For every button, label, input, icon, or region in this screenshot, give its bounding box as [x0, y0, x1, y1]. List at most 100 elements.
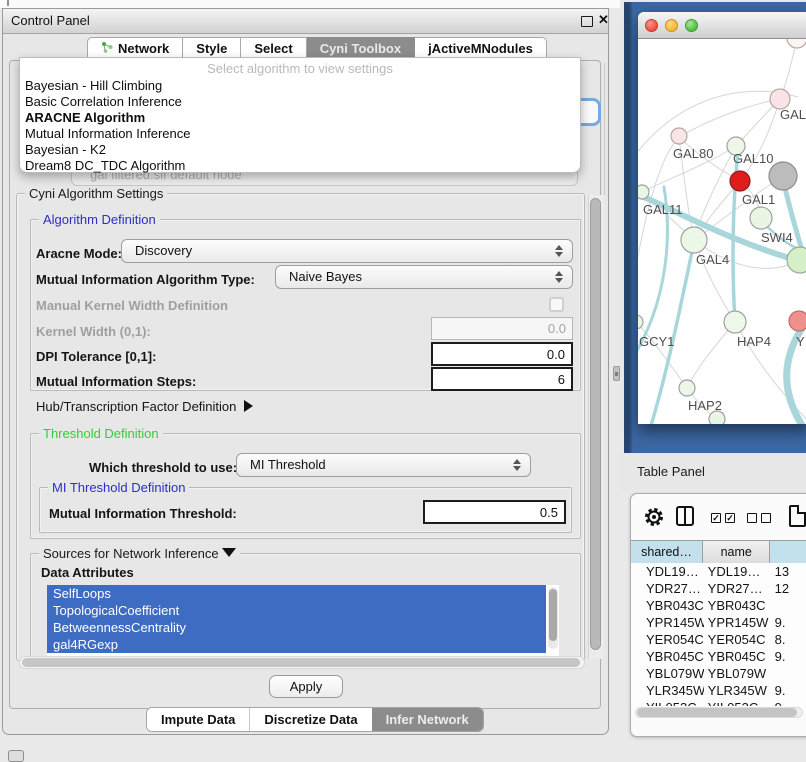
- table-cell: YER054C: [704, 631, 771, 648]
- algorithm-option-bayesian-hill-climbing[interactable]: Bayesian - Hill Climbing: [20, 78, 580, 94]
- gear-icon[interactable]: [643, 506, 665, 533]
- table-row[interactable]: YLR345WYLR345W9.: [631, 682, 806, 699]
- algorithm-option-dream8-dc-tdc-algorithm[interactable]: Dream8 DC_TDC Algorithm: [20, 158, 580, 174]
- checked-checkbox-icon[interactable]: ✓: [725, 513, 735, 523]
- table-panel-title: Table Panel: [637, 464, 705, 479]
- kernel-width-field[interactable]: 0.0: [431, 317, 573, 340]
- table-row[interactable]: YPR145WYPR145W9.: [631, 614, 806, 631]
- network-node-gal1[interactable]: [750, 207, 772, 229]
- mi-threshold-group-title: MI Threshold Definition: [48, 480, 189, 495]
- data-attribute-item[interactable]: TopologicalCoefficient: [47, 602, 546, 619]
- table-cell: YBR043C: [704, 597, 771, 614]
- algorithm-dropdown-prompt: Select algorithm to view settings: [20, 58, 580, 78]
- network-node-label: Y: [796, 334, 805, 349]
- table-row[interactable]: YER054CYER054C8.: [631, 631, 806, 648]
- network-canvas[interactable]: GALGAL80GAL10GAL11GAL1SWI4GAL4GCY1HAP4YH…: [638, 39, 806, 424]
- table-cell: YPR145W: [704, 614, 771, 631]
- table-row[interactable]: YBR045CYBR045C9.: [631, 648, 806, 665]
- table-row[interactable]: YDL19…YDL19…13: [631, 563, 806, 580]
- network-node-gal80[interactable]: [671, 128, 687, 144]
- table-panel-header: Table Panel: [620, 453, 806, 490]
- sources-group-title[interactable]: Sources for Network Inference: [39, 546, 240, 561]
- table-cell: YIL053C: [704, 699, 771, 706]
- mi-threshold-field[interactable]: 0.5: [423, 500, 566, 524]
- network-node-gal11[interactable]: [638, 185, 649, 199]
- algorithm-option-mutual-information-inference[interactable]: Mutual Information Inference: [20, 126, 580, 142]
- table-row[interactable]: YBR043CYBR043C: [631, 597, 806, 614]
- table-cell: YLR345W: [704, 682, 771, 699]
- which-threshold-combo[interactable]: MI Threshold: [236, 453, 531, 477]
- tab-infer-network[interactable]: Infer Network: [372, 708, 483, 731]
- partial-icon[interactable]: [8, 750, 24, 762]
- network-node-label: GAL: [780, 107, 806, 122]
- network-node-gal4[interactable]: [681, 227, 707, 253]
- algorithm-option-basic-correlation-inference[interactable]: Basic Correlation Inference: [20, 94, 580, 110]
- float-window-icon[interactable]: [581, 16, 593, 27]
- mac-zoom-button[interactable]: [685, 19, 698, 32]
- combo-arrows-icon: [555, 271, 563, 283]
- apply-button[interactable]: Apply: [269, 675, 343, 698]
- network-node-swi4[interactable]: [787, 247, 806, 273]
- data-attributes-list[interactable]: SelfLoopsTopologicalCoefficientBetweenne…: [47, 585, 559, 656]
- table-cell: YBL079W: [631, 665, 704, 682]
- network-node[interactable]: [730, 171, 750, 191]
- document-icon[interactable]: [789, 505, 806, 527]
- network-node-label: GAL11: [643, 202, 683, 217]
- column-header-name[interactable]: name: [703, 541, 770, 563]
- network-node-gal[interactable]: [770, 89, 790, 109]
- table-rows: YDL19…YDL19…13YDR27…YDR27…12YBR043CYBR04…: [631, 563, 806, 706]
- network-node-label: GAL4: [696, 252, 729, 267]
- algorithm-option-aracne-algorithm[interactable]: ARACNE Algorithm: [20, 110, 580, 126]
- which-threshold-label: Which threshold to use:: [89, 460, 237, 475]
- table-horizontal-scroll-thumb[interactable]: [637, 708, 797, 717]
- dpi-tolerance-label: DPI Tolerance [0,1]:: [36, 349, 156, 364]
- dpi-tolerance-field[interactable]: 0.0: [431, 342, 573, 366]
- mac-minimize-button[interactable]: [665, 19, 678, 32]
- unchecked-checkbox-icon[interactable]: [761, 513, 771, 523]
- network-window-titlebar: [638, 12, 806, 39]
- mi-steps-field[interactable]: 6: [431, 367, 573, 391]
- settings-horizontal-scroll-thumb[interactable]: [22, 658, 580, 667]
- network-node[interactable]: [769, 162, 797, 190]
- splitter-handle[interactable]: [613, 366, 620, 381]
- unchecked-checkbox-icon[interactable]: [747, 513, 757, 523]
- attribute-list-scroll-thumb[interactable]: [549, 589, 557, 641]
- manual-kernel-label: Manual Kernel Width Definition: [36, 298, 228, 313]
- aracne-mode-combo[interactable]: Discovery: [121, 239, 573, 263]
- data-attribute-item[interactable]: BetweennessCentrality: [47, 619, 546, 636]
- table-row[interactable]: YIL053CYIL053C9: [631, 699, 806, 706]
- table-cell: YIL053C: [631, 699, 704, 706]
- network-node[interactable]: [787, 39, 806, 48]
- table-row[interactable]: YDR27…YDR27…12: [631, 580, 806, 597]
- settings-vertical-scroll-thumb[interactable]: [590, 198, 601, 650]
- data-attribute-item[interactable]: gal4RGexp: [47, 636, 546, 653]
- network-node-gcy1[interactable]: [638, 315, 643, 329]
- table-cell: 9.: [771, 682, 806, 699]
- bottom-tabs: Impute DataDiscretize DataInfer Network: [146, 707, 484, 732]
- tab-discretize-data[interactable]: Discretize Data: [249, 708, 371, 731]
- table-header-row: shared…name: [631, 540, 806, 563]
- table-row[interactable]: YBL079WYBL079W: [631, 665, 806, 682]
- checked-checkbox-icon[interactable]: ✓: [711, 513, 721, 523]
- manual-kernel-checkbox[interactable]: [549, 297, 564, 312]
- mac-close-button[interactable]: [645, 19, 658, 32]
- network-node-hap4[interactable]: [724, 311, 746, 333]
- combo-arrows-icon: [513, 459, 521, 471]
- table-cell: YDR27…: [704, 580, 771, 597]
- hub-definition-toggle[interactable]: Hub/Transcription Factor Definition: [36, 399, 253, 414]
- network-node-hap2[interactable]: [679, 380, 695, 396]
- column-header-shared-[interactable]: shared…: [631, 541, 703, 563]
- algorithm-option-bayesian-k2[interactable]: Bayesian - K2: [20, 142, 580, 158]
- tab-impute-data[interactable]: Impute Data: [147, 708, 249, 731]
- network-window: GALGAL80GAL10GAL11GAL1SWI4GAL4GCY1HAP4YH…: [638, 12, 806, 424]
- mi-threshold-label: Mutual Information Threshold:: [49, 506, 237, 521]
- data-attribute-item[interactable]: SelfLoops: [47, 585, 546, 602]
- column-header-2[interactable]: [770, 541, 806, 563]
- network-node-y[interactable]: [789, 311, 806, 331]
- which-threshold-value: MI Threshold: [250, 457, 326, 472]
- columns-icon[interactable]: [676, 506, 694, 526]
- close-icon[interactable]: ✕: [598, 12, 609, 28]
- table-cell: 9.: [771, 648, 806, 665]
- table-cell: YBR045C: [704, 648, 771, 665]
- mi-type-combo[interactable]: Naive Bayes: [275, 265, 573, 289]
